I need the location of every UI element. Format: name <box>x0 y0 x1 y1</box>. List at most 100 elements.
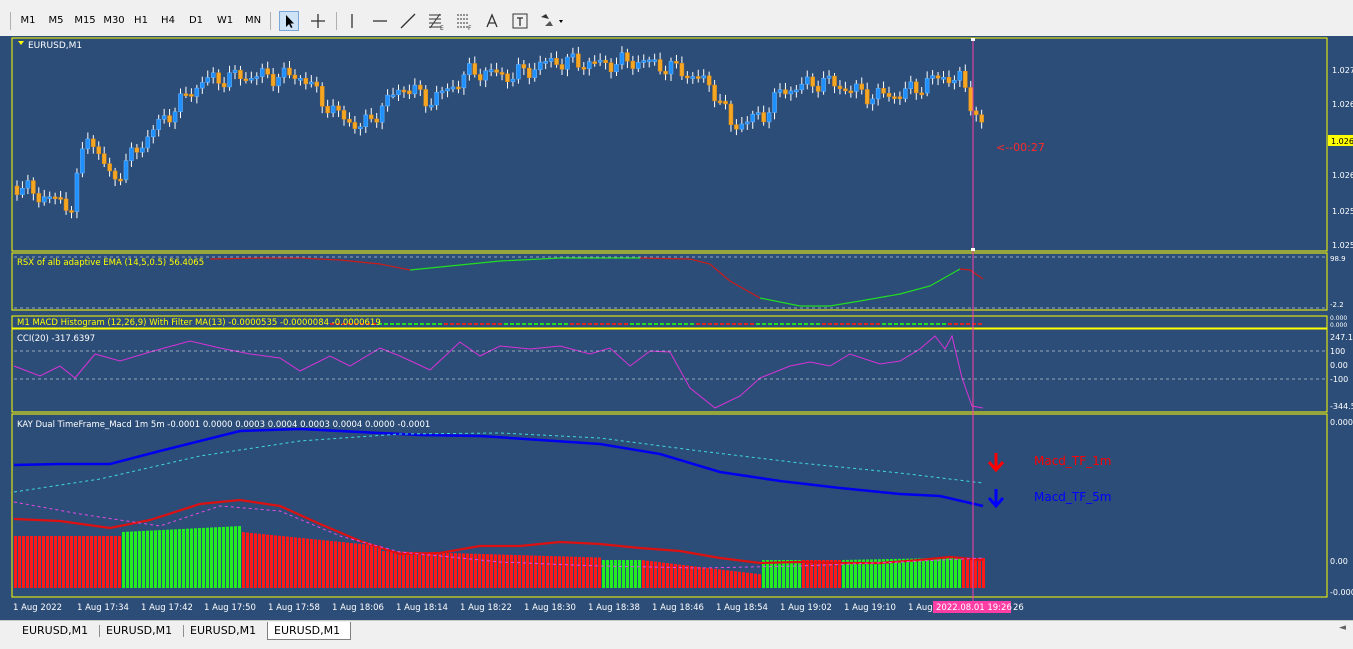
cursor-icon[interactable] <box>279 11 299 31</box>
fibo-fan-icon[interactable]: F <box>454 11 474 32</box>
timeframe-w1-button[interactable]: W1 <box>213 12 237 30</box>
kay-histogram-bar <box>554 556 557 588</box>
timeframe-d1-button[interactable]: D1 <box>185 12 207 30</box>
timeframe-h4-button[interactable]: H4 <box>157 12 179 30</box>
timeframe-m1-button[interactable]: M1 <box>16 12 40 30</box>
candle <box>968 87 973 112</box>
macd-hist-bar <box>720 323 724 325</box>
kay-histogram-bar <box>34 536 37 588</box>
candle <box>434 92 439 106</box>
kay-histogram-bar <box>766 560 769 588</box>
timeframe-m30-button[interactable]: M30 <box>100 12 128 30</box>
macd-hist-bar <box>978 323 982 325</box>
kay-histogram-bar <box>178 529 181 588</box>
candle <box>265 68 270 75</box>
kay-histogram-bar <box>370 545 373 588</box>
macd-hist-bar <box>960 323 964 325</box>
candle <box>668 61 674 75</box>
macd-hist-bar <box>432 323 436 325</box>
candle <box>728 103 734 126</box>
macd-hist-bar <box>438 323 442 325</box>
kay-histogram-bar <box>898 558 901 588</box>
candle <box>385 94 390 107</box>
kay-histogram-bar <box>586 557 589 588</box>
candle <box>570 53 576 58</box>
horizontal-line-icon[interactable] <box>370 11 390 31</box>
chart-tab-2[interactable]: EURUSD,M1 <box>100 622 182 640</box>
chart-tab-4-active[interactable]: EURUSD,M1 <box>267 622 351 640</box>
candle <box>935 75 941 79</box>
timeframe-h1-button[interactable]: H1 <box>130 12 152 30</box>
candle <box>200 82 205 89</box>
chart-tab-3[interactable]: EURUSD,M1 <box>184 622 266 640</box>
kay-histogram-bar <box>826 560 829 588</box>
vertical-line-icon[interactable] <box>342 11 362 31</box>
cci-axis-tick: 247.1 <box>1330 333 1353 342</box>
kay-histogram-bar <box>62 536 65 588</box>
kay-histogram-bar <box>818 560 821 588</box>
candle <box>254 76 260 79</box>
macd-hist-bar <box>630 323 634 325</box>
candle <box>227 72 232 88</box>
kay-histogram-bar <box>382 551 385 588</box>
chart-area[interactable]: EURUSD,M1 1.027 1.026 1.026 1.025 1.025 … <box>0 36 1353 620</box>
kay-histogram-bar <box>206 527 209 588</box>
cursor-time-label: 2022.08.01 19:26 <box>936 603 1012 613</box>
crosshair-icon[interactable] <box>308 11 328 31</box>
kay-histogram-bar <box>94 536 97 588</box>
label-icon[interactable] <box>510 11 530 31</box>
rsx-line-up <box>409 257 640 271</box>
macd-hist-bar <box>816 323 820 325</box>
macd-hist-bar <box>612 323 616 325</box>
macd-hist-bar <box>744 323 748 325</box>
kay-histogram-bar <box>742 572 745 588</box>
tabs-scroll-left-icon[interactable]: ◄ <box>1339 623 1346 633</box>
macd-hist-bar <box>690 323 694 325</box>
candle <box>243 78 249 82</box>
candle <box>369 114 374 120</box>
chart-tab-1[interactable]: EURUSD,M1 <box>16 622 98 640</box>
macd-hist-bar <box>942 323 946 325</box>
chart-canvas[interactable]: EURUSD,M1 1.027 1.026 1.026 1.025 1.025 … <box>0 36 1353 620</box>
kay-histogram-bar <box>166 529 169 588</box>
kay-histogram-bar <box>790 560 793 588</box>
kay-histogram-bar <box>906 558 909 588</box>
kay-histogram-bar <box>334 541 337 588</box>
kay-histogram-bar <box>106 536 109 588</box>
macd-hist-bar <box>426 323 430 325</box>
candle <box>347 118 352 123</box>
kay-histogram-bar <box>718 569 721 588</box>
time-tick: 1 Aug 17:50 <box>204 603 256 613</box>
candle <box>619 52 625 65</box>
time-tick: 1 Aug 18:38 <box>588 603 640 613</box>
candle <box>210 72 216 78</box>
macd-hist-bar <box>930 323 934 325</box>
kay-histogram-bar <box>338 541 341 588</box>
candle <box>407 90 412 95</box>
symbol-dropdown-icon[interactable] <box>18 41 24 45</box>
toolbar-separator <box>336 12 337 30</box>
timeframe-m5-button[interactable]: M5 <box>43 12 69 30</box>
kay-histogram-bar <box>282 536 285 588</box>
candle <box>772 92 777 113</box>
candle <box>630 60 636 69</box>
kay-histogram-bar <box>146 530 149 588</box>
shapes-icon[interactable] <box>538 11 566 31</box>
fibonacci-icon[interactable]: E <box>426 11 446 32</box>
text-icon[interactable] <box>482 11 502 31</box>
kay-histogram-bar <box>798 560 801 588</box>
timeframe-m15-button[interactable]: M15 <box>71 12 99 30</box>
macd-hist-bar <box>732 323 736 325</box>
rsx-panel-border <box>11 252 1328 311</box>
toolbar-separator <box>270 12 271 30</box>
trendline-icon[interactable] <box>398 11 418 31</box>
macd-hist-bar <box>918 323 922 325</box>
candle <box>587 61 592 69</box>
timeframe-mn-button[interactable]: MN <box>241 12 265 30</box>
macd-hist-bar <box>534 323 538 325</box>
macd-hist-bar <box>396 323 400 325</box>
kay-histogram-bar <box>626 560 629 588</box>
candle <box>646 59 652 63</box>
kay-histogram-bar <box>258 533 261 588</box>
kay-histogram-bar <box>142 530 145 588</box>
